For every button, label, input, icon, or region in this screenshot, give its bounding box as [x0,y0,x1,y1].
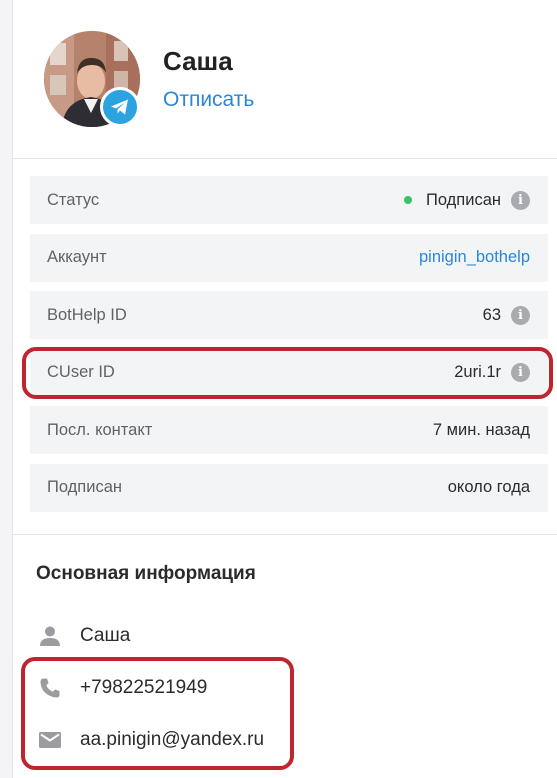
left-rail [0,0,13,778]
bothelp-id-label: BotHelp ID [47,305,127,324]
status-value: Подписан [426,190,501,209]
subscribed-row: Подписан около года [30,463,548,512]
bothelp-id-value: 63 [482,305,501,324]
cuser-id-label: CUser ID [47,363,115,382]
bothelp-id-row: BotHelp ID 63 i [30,291,548,340]
last-contact-row: Посл. контакт 7 мин. назад [30,406,548,455]
account-link[interactable]: pinigin_bothelp [419,248,530,267]
section-title: Основная информация [36,563,256,584]
section-divider [13,534,557,535]
account-label: Аккаунт [47,248,107,267]
mail-icon [36,730,64,750]
subscribed-label: Подписан [47,478,122,497]
account-row: Аккаунт pinigin_bothelp [30,233,548,282]
info-icon[interactable]: i [511,305,530,325]
unsubscribe-link[interactable]: Отписать [163,88,254,112]
status-dot-icon [404,196,412,204]
contact-email: aa.pinigin@yandex.ru [36,725,264,755]
status-row: Статус Подписан i [30,176,548,224]
info-icon[interactable]: i [511,363,530,383]
header-divider [13,158,557,159]
contact-name: Саша [36,621,130,651]
cuser-id-row: CUser ID 2uri.1r i [30,348,548,397]
phone-icon [36,677,64,699]
contact-phone: +79822521949 [36,673,207,703]
last-contact-label: Посл. контакт [47,420,153,439]
info-icon[interactable]: i [511,190,530,210]
telegram-icon [100,87,140,127]
subscribed-value: около года [447,478,530,497]
cuser-id-value: 2uri.1r [454,363,501,382]
contact-name-value: Саша [80,625,131,646]
last-contact-value: 7 мин. назад [432,420,530,439]
info-rows: Статус Подписан i Аккаунт pinigin_bothel… [30,176,548,522]
status-label: Статус [47,190,100,209]
email-value[interactable]: aa.pinigin@yandex.ru [80,729,264,751]
user-name: Саша [163,46,233,76]
phone-value[interactable]: +79822521949 [80,677,207,699]
person-icon [36,625,64,647]
